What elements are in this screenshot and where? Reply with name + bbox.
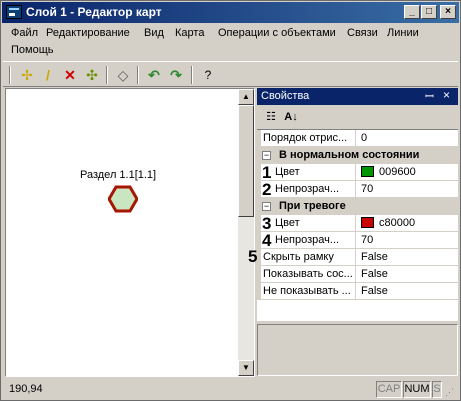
- menu-bar: Файл Редактирование Вид Карта Операции с…: [3, 24, 458, 60]
- map-object-hexagon[interactable]: [108, 185, 138, 213]
- window-title: Слой 1 - Редактор карт: [26, 5, 162, 19]
- move-icon[interactable]: ✣: [82, 65, 102, 85]
- property-name: Непрозрач...: [261, 232, 356, 249]
- map-vertical-scrollbar[interactable]: ▲ ▼: [238, 89, 254, 376]
- category-normal-state[interactable]: − В нормальном состоянии: [257, 147, 458, 164]
- property-value[interactable]: False: [357, 266, 458, 283]
- properties-title: Свойства: [261, 90, 310, 102]
- property-value[interactable]: c80000: [357, 215, 458, 232]
- map-canvas[interactable]: Раздел 1.1[1.1]: [6, 89, 238, 376]
- annotation-marker-4: 4: [262, 231, 272, 250]
- property-name: Цвет: [261, 164, 356, 181]
- collapse-icon[interactable]: −: [262, 202, 271, 211]
- property-name: Порядок отрис...: [261, 130, 356, 147]
- property-value[interactable]: 70: [357, 181, 458, 198]
- properties-toolbar: ☷ A↓: [257, 106, 458, 128]
- property-value[interactable]: 70: [357, 232, 458, 249]
- toolbar: ✢ / ✕ ✣ ◇ ↶ ↷ ?: [3, 61, 458, 87]
- property-grid: Порядок отрис... 0 − В нормальном состоя…: [257, 129, 458, 321]
- property-row[interactable]: Непрозрач... 70: [257, 232, 458, 249]
- property-description-pane: [257, 324, 458, 376]
- help-icon[interactable]: ?: [198, 65, 218, 85]
- property-name: Непрозрач...: [261, 181, 356, 198]
- color-swatch: [361, 217, 374, 228]
- delete-icon[interactable]: ✕: [60, 65, 80, 85]
- property-value[interactable]: False: [357, 283, 458, 300]
- pin-icon[interactable]: ꟷ: [425, 89, 434, 104]
- menu-help[interactable]: Помощь: [11, 44, 54, 56]
- close-icon[interactable]: ×: [443, 88, 450, 102]
- cursor-coordinates: 190,94: [9, 383, 43, 395]
- caps-lock-indicator: CAP: [376, 381, 402, 398]
- properties-header: Свойства ꟷ ×: [257, 88, 458, 105]
- app-icon[interactable]: [6, 5, 22, 19]
- sort-alpha-icon[interactable]: A↓: [282, 108, 300, 126]
- color-value: c80000: [379, 217, 416, 229]
- property-row[interactable]: Цвет c80000: [257, 215, 458, 232]
- property-name: Показывать сос...: [261, 266, 356, 283]
- menu-view[interactable]: Вид: [144, 27, 164, 39]
- collapse-icon[interactable]: −: [262, 151, 271, 160]
- menu-map[interactable]: Карта: [175, 27, 204, 39]
- map-object-label: Раздел 1.1[1.1]: [80, 169, 157, 181]
- property-row[interactable]: Скрыть рамку False: [257, 249, 458, 266]
- category-label: В нормальном состоянии: [279, 149, 420, 161]
- menu-links[interactable]: Связи: [347, 27, 378, 39]
- category-alarm[interactable]: − При тревоге: [257, 198, 458, 215]
- maximize-button[interactable]: □: [421, 5, 437, 19]
- add-point-icon[interactable]: ✢: [17, 65, 37, 85]
- resize-grip-icon[interactable]: ⋰: [445, 387, 454, 398]
- title-bar[interactable]: Слой 1 - Редактор карт _ □ ×: [2, 2, 459, 23]
- map-view: Раздел 1.1[1.1] ▲ ▼: [5, 88, 255, 377]
- property-row[interactable]: Не показывать ... False: [257, 283, 458, 300]
- menu-object-operations[interactable]: Операции с объектами: [218, 27, 336, 39]
- color-swatch: [361, 166, 374, 177]
- map-editor-window: Слой 1 - Редактор карт _ □ × Файл Редакт…: [0, 0, 461, 401]
- status-bar: 190,94 CAP NUM S ⋰: [3, 379, 458, 399]
- annotation-marker-1: 1: [262, 163, 272, 182]
- menu-file[interactable]: Файл: [11, 27, 38, 39]
- menu-lines[interactable]: Линии: [387, 27, 419, 39]
- property-name: Скрыть рамку: [261, 249, 356, 266]
- toolbar-separator: [106, 66, 108, 84]
- property-row[interactable]: Непрозрач... 70: [257, 181, 458, 198]
- annotation-marker-2: 2: [262, 180, 272, 199]
- toolbar-separator: [191, 66, 193, 84]
- annotation-marker-5: 5: [248, 247, 258, 266]
- property-name: Не показывать ...: [261, 283, 356, 300]
- property-name: Цвет: [261, 215, 356, 232]
- scroll-lock-indicator: S: [432, 381, 442, 398]
- scroll-thumb[interactable]: [238, 105, 254, 217]
- color-value: 009600: [379, 166, 416, 178]
- categorized-icon[interactable]: ☷: [262, 108, 280, 126]
- property-row[interactable]: Цвет 009600: [257, 164, 458, 181]
- scroll-up-icon[interactable]: ▲: [238, 89, 254, 105]
- menu-edit[interactable]: Редактирование: [46, 27, 130, 39]
- pencil-icon[interactable]: /: [38, 65, 58, 85]
- property-value[interactable]: 0: [357, 130, 458, 147]
- category-label: При тревоге: [279, 200, 346, 212]
- property-value[interactable]: 009600: [357, 164, 458, 181]
- scroll-down-icon[interactable]: ▼: [238, 360, 254, 376]
- toolbar-separator: [137, 66, 139, 84]
- redo-icon[interactable]: ↷: [166, 65, 186, 85]
- undo-icon[interactable]: ↶: [144, 65, 164, 85]
- property-value[interactable]: False: [357, 249, 458, 266]
- close-button[interactable]: ×: [440, 5, 456, 19]
- property-row[interactable]: Порядок отрис... 0: [257, 130, 458, 147]
- property-row[interactable]: Показывать сос... False: [257, 266, 458, 283]
- toolbar-grip[interactable]: [9, 66, 11, 84]
- num-lock-indicator: NUM: [403, 381, 431, 398]
- minimize-button[interactable]: _: [404, 5, 420, 19]
- eraser-icon[interactable]: ◇: [113, 65, 133, 85]
- properties-panel: Свойства ꟷ × ☷ A↓ Порядок отрис... 0 − В…: [257, 88, 458, 377]
- annotation-marker-3: 3: [262, 214, 272, 233]
